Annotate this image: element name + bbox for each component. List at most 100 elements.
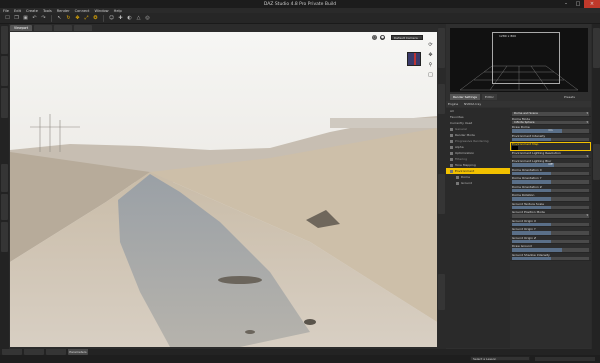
right-tab-strip <box>592 24 600 349</box>
menu-item-4[interactable]: Render <box>57 9 70 13</box>
translate-icon[interactable]: ✥ <box>74 15 81 22</box>
property-row: Dome Orientation Y <box>510 176 591 185</box>
property-slider[interactable]: On <box>512 128 589 133</box>
property-slider[interactable] <box>512 248 589 252</box>
property-slider[interactable] <box>512 256 589 260</box>
menu-item-6[interactable]: Window <box>94 9 108 13</box>
render-preview-icon[interactable]: ● <box>380 35 385 40</box>
property-slider[interactable] <box>512 231 589 235</box>
property-dropdown[interactable] <box>512 154 589 158</box>
slider-fill <box>512 180 551 184</box>
right-tab-2[interactable] <box>593 144 600 180</box>
toolbar-separator <box>51 14 52 22</box>
settings-tree: All Favorites Currently Used General Render … <box>446 108 510 348</box>
property-dropdown[interactable]: Infinite Sphere <box>512 120 589 124</box>
zoom-icon[interactable]: ⚲ <box>427 62 434 69</box>
middle-tab-2[interactable] <box>438 84 445 114</box>
tree-item-label: Dome <box>461 175 470 179</box>
frame-icon[interactable]: □ <box>427 72 434 79</box>
pose-icon[interactable]: ☺ <box>108 15 115 22</box>
presets-label[interactable]: Presets <box>564 94 575 100</box>
rotate-icon[interactable]: ↻ <box>65 15 72 22</box>
property-slider[interactable] <box>512 239 589 243</box>
left-tab-3[interactable] <box>1 88 8 118</box>
view-cube[interactable] <box>407 52 421 66</box>
redo-icon[interactable]: ↷ <box>40 15 47 22</box>
property-dropdown[interactable] <box>512 213 589 218</box>
left-tab-4[interactable] <box>1 164 8 192</box>
property-slider[interactable] <box>512 205 589 209</box>
new-icon[interactable]: ☐ <box>4 15 11 22</box>
save-icon[interactable]: ▣ <box>22 15 29 22</box>
tab-viewport-4[interactable] <box>74 25 93 31</box>
color-swatch[interactable] <box>512 146 518 150</box>
slider-fill <box>512 205 551 209</box>
slider-fill <box>512 239 551 243</box>
property-slider[interactable] <box>512 188 589 192</box>
property-row: Draw Dome On <box>510 125 591 134</box>
tree-item-label: Progressive Rendering <box>455 139 489 143</box>
left-tab-1[interactable] <box>1 26 8 54</box>
tree-item-label: Render Mode <box>455 133 475 137</box>
orbit-icon[interactable]: ⟳ <box>427 42 434 49</box>
property-row: Ground Origin Y <box>510 227 591 236</box>
right-tab-1[interactable] <box>593 28 600 68</box>
tree-item[interactable]: Ground <box>446 180 510 186</box>
geometry-icon[interactable]: △ <box>135 15 142 22</box>
menu-item-5[interactable]: Connect <box>75 9 90 13</box>
property-slider[interactable] <box>512 180 589 184</box>
left-tab-2[interactable] <box>1 56 8 86</box>
lesson-select[interactable]: Select a Lesson <box>470 356 530 361</box>
slider-fill <box>512 256 551 260</box>
middle-tab-3[interactable] <box>438 174 445 214</box>
property-row: Dome Rotation <box>510 193 591 202</box>
surface-icon[interactable]: ◐ <box>126 15 133 22</box>
middle-tab-1[interactable] <box>438 28 445 68</box>
group-icon <box>450 127 453 131</box>
close-icon[interactable]: × <box>584 0 600 8</box>
property-slider[interactable] <box>512 171 589 175</box>
menu-item-3[interactable]: Tools <box>43 9 52 13</box>
property-slider[interactable] <box>512 137 589 141</box>
property-slider[interactable] <box>512 222 589 226</box>
camera-select[interactable]: Default Camera <box>391 35 423 40</box>
property-row: Draw Ground <box>510 244 591 253</box>
pan-icon[interactable]: ✥ <box>427 52 434 59</box>
tab-viewport-2[interactable] <box>34 25 53 31</box>
tree-item-label: Environment <box>455 169 475 173</box>
render-icon[interactable]: ◎ <box>144 15 151 22</box>
menu-item-7[interactable]: Help <box>114 9 122 13</box>
group-icon <box>450 139 453 143</box>
menu-item-2[interactable]: Create <box>26 9 38 13</box>
maximize-icon[interactable]: □ <box>572 0 584 8</box>
group-icon <box>450 163 453 167</box>
property-slider[interactable]: Off <box>512 162 589 167</box>
left-tab-5[interactable] <box>1 194 8 220</box>
viewport[interactable]: Default Camera ● ○ ⟳ ✥ ⚲ □ <box>10 32 437 347</box>
tab-viewport[interactable]: Viewport <box>10 25 33 31</box>
draw-style-icon[interactable]: ○ <box>372 35 377 40</box>
slider-fill <box>512 231 551 235</box>
aux-viewport[interactable]: 1280 x 800 <box>450 28 588 92</box>
engine-select[interactable]: NVIDIA Iray <box>464 101 481 107</box>
tab-viewport-3[interactable] <box>54 25 73 31</box>
node-weight-icon[interactable]: ❂ <box>92 15 99 22</box>
scale-icon[interactable]: ⤢ <box>83 15 90 22</box>
property-dropdown[interactable]: Dome and Scene <box>512 111 589 116</box>
tab-editor[interactable]: Editor <box>481 94 497 100</box>
title-bar: DAZ Studio 4.8 Pro Private Build – □ × <box>0 0 600 8</box>
group-icon <box>450 169 453 173</box>
menu-item-0[interactable]: File <box>3 9 9 13</box>
tab-render-settings[interactable]: Render Settings <box>450 94 480 100</box>
tree-item-label: Ground <box>461 181 473 185</box>
property-slider[interactable] <box>512 197 589 201</box>
select-icon[interactable]: ↖ <box>56 15 63 22</box>
minimize-icon[interactable]: – <box>560 0 572 8</box>
left-tab-6[interactable] <box>1 222 8 252</box>
middle-tab-4[interactable] <box>438 274 445 310</box>
menu-item-1[interactable]: Edit <box>14 9 21 13</box>
undo-icon[interactable]: ↶ <box>31 15 38 22</box>
open-icon[interactable]: ❐ <box>13 15 20 22</box>
main-toolbar: ☐ ❐ ▣ ↶ ↷ ↖ ↻ ✥ ⤢ ❂ ☺ ✚ ◐ △ ◎ <box>0 13 600 24</box>
joint-editor-icon[interactable]: ✚ <box>117 15 124 22</box>
